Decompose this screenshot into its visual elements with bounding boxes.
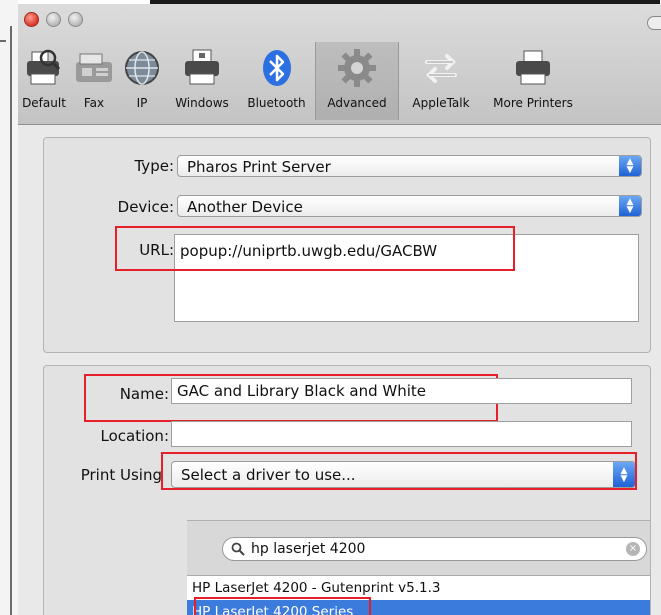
left-edge (0, 0, 18, 615)
toolbar-item-fax[interactable]: Fax (70, 42, 118, 120)
add-printer-window: Default Fax IP Windows Bluetooth Advance… (18, 4, 661, 615)
toolbar-item-default[interactable]: Default (18, 42, 70, 120)
clear-search-icon[interactable]: × (626, 542, 640, 556)
toolbar-item-advanced[interactable]: Advanced (315, 42, 399, 120)
bluetooth-icon (255, 46, 299, 90)
updown-arrows-icon: ▲ ▼ (619, 196, 641, 216)
windows-printer-icon (180, 46, 224, 90)
toolbar-item-ip[interactable]: IP (118, 42, 166, 120)
highlight-box-url (115, 226, 515, 271)
fax-icon (72, 46, 116, 90)
toolbar-item-bluetooth[interactable]: Bluetooth (238, 42, 315, 120)
type-value: Pharos Print Server (187, 158, 331, 176)
toolbar-item-windows[interactable]: Windows (166, 42, 238, 120)
driver-search-value: hp laserjet 4200 (251, 541, 366, 557)
location-label: Location: (100, 427, 170, 445)
appletalk-arrows-icon (419, 46, 463, 90)
search-icon (231, 542, 245, 556)
device-value: Another Device (187, 198, 303, 216)
toolbar-label: Default (22, 96, 66, 110)
toolbar-label: Fax (83, 96, 105, 110)
print-using-label: Print Using (80, 466, 162, 484)
highlight-box-driver (194, 597, 371, 615)
close-button[interactable] (24, 12, 39, 27)
driver-search-field[interactable]: hp laserjet 4200 × (222, 537, 647, 561)
toolbar-label: AppleTalk (412, 96, 470, 110)
gear-icon (335, 46, 379, 90)
name-label: Name: (119, 385, 169, 403)
device-label: Device: (117, 198, 174, 216)
name-value: GAC and Library Black and White (177, 382, 427, 400)
zoom-button[interactable] (68, 12, 83, 27)
updown-arrows-icon: ▲ ▼ (619, 156, 641, 176)
driver-chooser: hp laserjet 4200 × HP LaserJet 4200 - Gu… (187, 520, 650, 615)
left-edge-line (10, 26, 12, 615)
ip-globe-icon (120, 46, 164, 90)
toolbar-label: Windows (175, 96, 229, 110)
location-field[interactable] (171, 421, 632, 447)
toolbar-item-appletalk[interactable]: AppleTalk (399, 42, 483, 120)
highlight-box-print-using (161, 452, 637, 490)
type-label: Type: (134, 157, 174, 175)
name-field[interactable]: GAC and Library Black and White (171, 378, 632, 404)
type-popup[interactable]: Pharos Print Server ▲ ▼ (177, 155, 642, 177)
toolbar-label: IP (136, 96, 148, 110)
toolbar-item-more-printers[interactable]: More Printers (483, 42, 583, 120)
toolbar: Default Fax IP Windows Bluetooth Advance… (18, 4, 661, 125)
toolbar-label: Advanced (327, 96, 387, 110)
minimize-button[interactable] (46, 12, 61, 27)
printer-panel: Name: GAC and Library Black and White Lo… (43, 365, 651, 615)
toolbar-label: More Printers (493, 96, 573, 110)
toolbar-items: Default Fax IP Windows Bluetooth Advance… (18, 42, 583, 120)
toolbar-label: Bluetooth (247, 96, 306, 110)
connection-panel: Type: Pharos Print Server ▲ ▼ Device: Ano… (43, 137, 651, 353)
driver-label: HP LaserJet 4200 - Gutenprint v5.1.3 (192, 580, 441, 596)
left-edge-mark (0, 40, 6, 42)
default-printer-icon (22, 46, 66, 90)
toolbar-toggle-button[interactable] (647, 16, 661, 30)
window-controls (24, 12, 83, 27)
more-printers-icon (511, 46, 555, 90)
device-popup[interactable]: Another Device ▲ ▼ (177, 195, 642, 217)
